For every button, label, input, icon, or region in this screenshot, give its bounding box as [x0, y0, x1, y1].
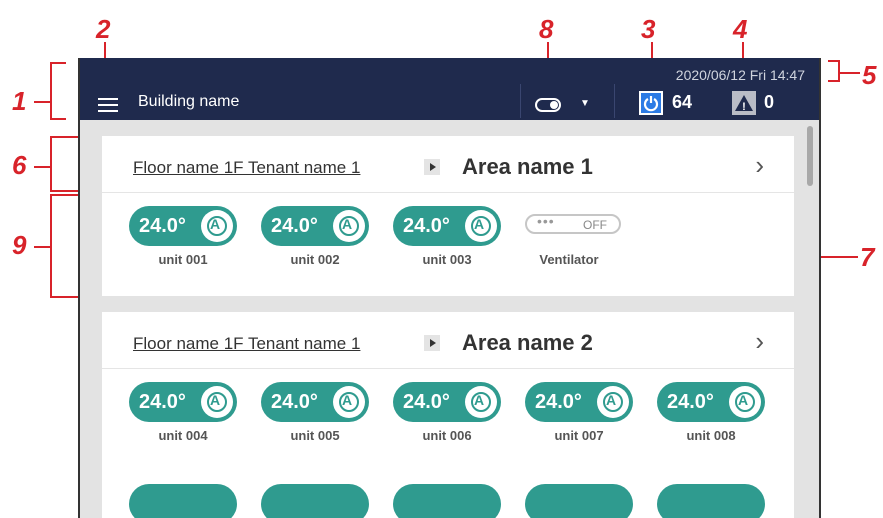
ventilator-tile[interactable]: ••• OFF Ventilator: [515, 206, 625, 276]
play-icon: [424, 159, 440, 175]
callout-7: 7: [860, 242, 875, 272]
unit-tile-partial[interactable]: [657, 484, 765, 518]
auto-mode-icon: [201, 210, 233, 242]
unit-temp: 24.0°: [139, 391, 186, 413]
callout-5: 5: [862, 60, 877, 90]
unit-label: unit 002: [290, 252, 340, 267]
chevron-down-icon[interactable]: ▼: [580, 98, 590, 109]
unit-tile[interactable]: 24.0° unit 002: [261, 206, 371, 276]
unit-label: unit 003: [422, 252, 472, 267]
unit-label: unit 008: [686, 428, 736, 443]
callout-2: 2: [96, 14, 111, 44]
unit-tile-partial[interactable]: [129, 484, 237, 518]
unit-label: unit 006: [422, 428, 472, 443]
unit-temp: 24.0°: [403, 391, 450, 413]
auto-mode-icon: [597, 386, 629, 418]
callout-1: 1: [12, 86, 27, 116]
callout-1-line: [34, 101, 50, 103]
callout-9: 9: [12, 230, 27, 260]
area-name: Area name 2: [462, 330, 593, 355]
warning-icon[interactable]: !: [732, 91, 756, 115]
unit-temp: 24.0°: [139, 215, 186, 237]
ventilator-state: OFF: [583, 218, 607, 232]
device-screen: Building name 2020/06/12 Fri 14:47 ▼ 64 …: [78, 58, 821, 518]
unit-tile-partial[interactable]: [525, 484, 633, 518]
unit-tile[interactable]: 24.0° unit 007: [525, 382, 635, 452]
divider: [614, 84, 615, 118]
callout-1-bracket: [50, 62, 52, 120]
callout-3: 3: [641, 14, 656, 44]
unit-tile[interactable]: 24.0° unit 006: [393, 382, 503, 452]
unit-temp: 24.0°: [667, 391, 714, 413]
auto-mode-icon: [333, 386, 365, 418]
unit-tile[interactable]: 24.0° unit 005: [261, 382, 371, 452]
divider: [520, 84, 521, 118]
svg-text:!: !: [742, 101, 746, 113]
unit-label: unit 005: [290, 428, 340, 443]
datetime: 2020/06/12 Fri 14:47: [675, 67, 805, 83]
area-name: Area name 1: [462, 154, 593, 179]
callout-6-bracket: [50, 136, 52, 192]
ventilator-switch[interactable]: ••• OFF: [525, 213, 621, 234]
scrollbar[interactable]: [807, 126, 813, 186]
chevron-right-icon[interactable]: ›: [755, 326, 764, 357]
area-header[interactable]: Floor name 1F Tenant name 1 Area name 2 …: [102, 312, 794, 369]
callout-8: 8: [539, 14, 554, 44]
area-card-1: Floor name 1F Tenant name 1 Area name 1 …: [102, 136, 794, 296]
area-card-2: Floor name 1F Tenant name 1 Area name 2 …: [102, 312, 794, 518]
unit-tile[interactable]: 24.0° unit 004: [129, 382, 239, 452]
callout-1-bracket-bottom: [50, 118, 66, 120]
hamburger-icon[interactable]: [98, 98, 118, 112]
power-count: 64: [672, 92, 693, 112]
ellipsis-icon: •••: [537, 213, 555, 229]
callout-9-bracket: [50, 194, 52, 298]
warning-count: 0: [764, 92, 775, 112]
floor-tenant-link[interactable]: Floor name 1F Tenant name 1: [133, 158, 360, 178]
auto-mode-icon: [201, 386, 233, 418]
callout-5-bracket-bottom: [828, 80, 840, 82]
ventilator-label: Ventilator: [539, 252, 599, 267]
auto-mode-icon: [465, 386, 497, 418]
power-icon[interactable]: [639, 91, 663, 115]
unit-tile-partial[interactable]: [261, 484, 369, 518]
unit-label: unit 001: [158, 252, 208, 267]
play-icon: [424, 335, 440, 351]
callout-9-line: [34, 246, 50, 248]
floor-tenant-link[interactable]: Floor name 1F Tenant name 1: [133, 334, 360, 354]
unit-temp: 24.0°: [535, 391, 582, 413]
callout-5-bracket-top: [828, 60, 840, 62]
callout-1-bracket-top: [50, 62, 66, 64]
area-header[interactable]: Floor name 1F Tenant name 1 Area name 1 …: [102, 136, 794, 193]
callout-5-line: [840, 72, 860, 74]
unit-tile[interactable]: 24.0° unit 003: [393, 206, 503, 276]
unit-temp: 24.0°: [403, 215, 450, 237]
toggle-icon[interactable]: [535, 98, 561, 112]
callout-4: 4: [733, 14, 748, 44]
unit-tile[interactable]: 24.0° unit 001: [129, 206, 239, 276]
auto-mode-icon: [729, 386, 761, 418]
callout-5-bracket: [838, 60, 840, 82]
unit-tile-partial[interactable]: [393, 484, 501, 518]
unit-label: unit 004: [158, 428, 208, 443]
unit-tile[interactable]: 24.0° unit 008: [657, 382, 767, 452]
unit-temp: 24.0°: [271, 391, 318, 413]
chevron-right-icon[interactable]: ›: [755, 150, 764, 181]
top-bar: Building name 2020/06/12 Fri 14:47 ▼ 64 …: [80, 58, 819, 120]
callout-6: 6: [12, 150, 27, 180]
unit-label: unit 007: [554, 428, 604, 443]
callout-6-line: [34, 166, 50, 168]
auto-mode-icon: [465, 210, 497, 242]
unit-temp: 24.0°: [271, 215, 318, 237]
building-name: Building name: [138, 93, 240, 110]
auto-mode-icon: [333, 210, 365, 242]
